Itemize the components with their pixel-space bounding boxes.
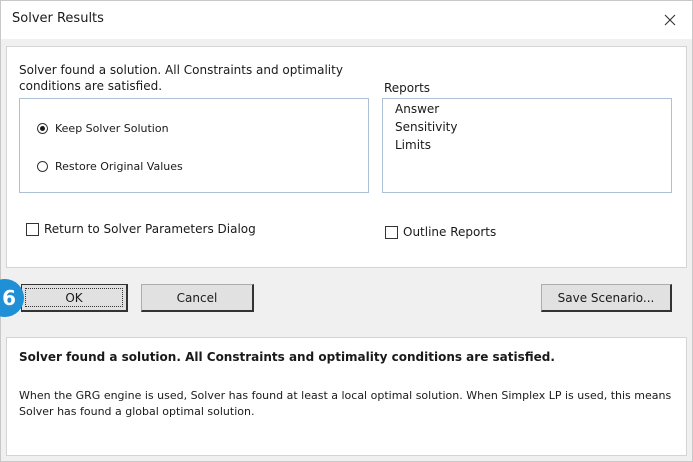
report-item-limits[interactable]: Limits [395,137,431,153]
restore-original-values-label: Restore Original Values [55,160,183,173]
reports-list[interactable]: Answer Sensitivity Limits [382,98,672,193]
outline-reports-option[interactable]: Outline Reports [385,225,496,239]
close-button[interactable] [648,1,692,39]
info-title: Solver found a solution. All Constraints… [19,350,555,364]
keep-solver-solution-label: Keep Solver Solution [55,122,169,135]
title-bar: Solver Results [1,1,692,39]
restore-original-values-radio[interactable] [37,161,48,172]
outline-reports-label: Outline Reports [403,225,497,239]
return-to-parameters-option[interactable]: Return to Solver Parameters Dialog [26,222,256,236]
focus-rectangle [25,288,123,307]
return-to-parameters-checkbox[interactable] [26,222,39,236]
dialog-title: Solver Results [12,11,104,26]
save-scenario-button[interactable]: Save Scenario... [541,284,672,312]
reports-label: Reports [384,81,431,95]
cancel-button-label: Cancel [176,290,218,305]
info-body: When the GRG engine is used, Solver has … [19,389,672,418]
solver-results-dialog: Solver Results Solver found a solution. … [0,0,693,462]
close-icon [664,14,676,26]
keep-solver-solution-option[interactable]: Keep Solver Solution [37,122,169,135]
save-scenario-button-label: Save Scenario... [557,290,655,305]
return-to-parameters-label: Return to Solver Parameters Dialog [44,222,256,236]
cancel-button[interactable]: Cancel [141,284,254,312]
info-panel: Solver found a solution. All Constraints… [6,337,687,456]
report-item-answer[interactable]: Answer [395,101,439,117]
result-message: Solver found a solution. All Constraints… [19,63,343,93]
ok-button[interactable]: OK [21,284,128,312]
outline-reports-checkbox[interactable] [385,225,398,239]
keep-restore-group: Keep Solver Solution Restore Original Va… [19,98,369,193]
report-item-sensitivity[interactable]: Sensitivity [395,119,457,135]
keep-solver-solution-radio[interactable] [37,123,48,134]
restore-original-values-option[interactable]: Restore Original Values [37,160,183,173]
